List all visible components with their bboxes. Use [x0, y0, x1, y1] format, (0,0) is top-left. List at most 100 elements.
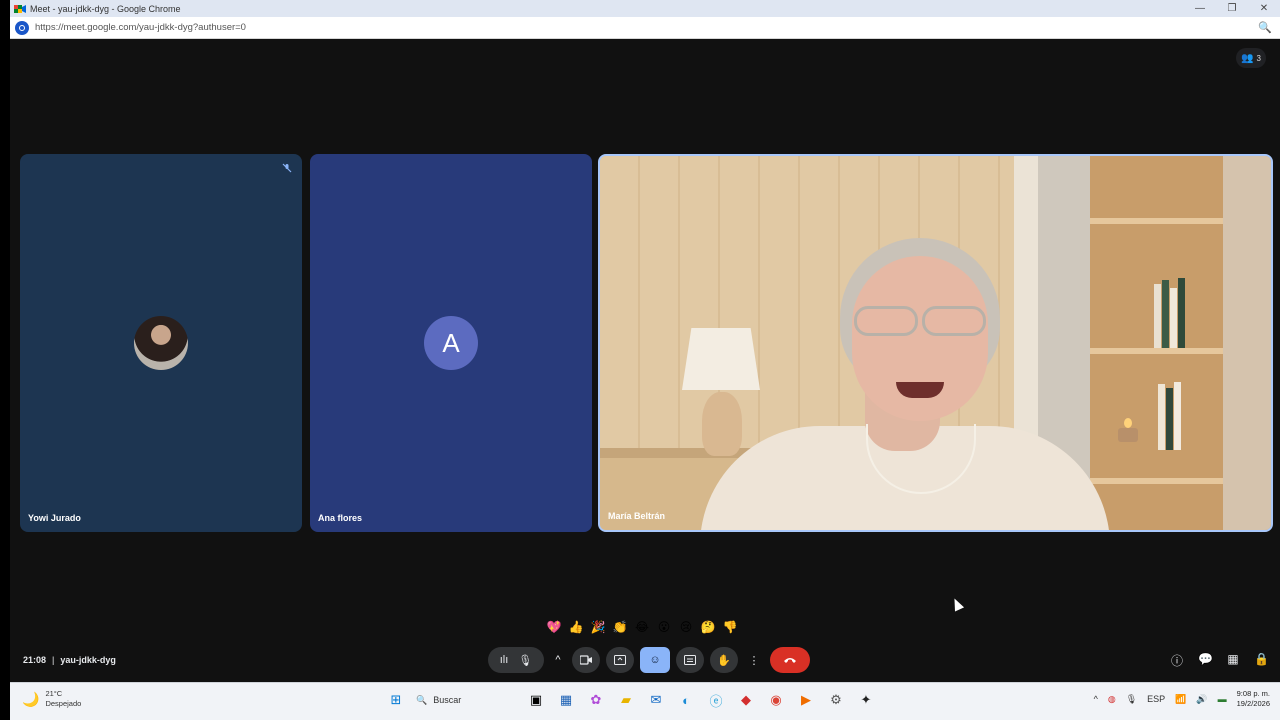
- search-icon: 🔍: [416, 694, 428, 705]
- battery-icon[interactable]: ▬: [1218, 694, 1227, 704]
- zoom-icon[interactable]: 🔍: [1258, 21, 1272, 34]
- weather-desc: Despejado: [45, 699, 82, 708]
- emoji-reactions-button[interactable]: ☺: [640, 647, 670, 673]
- tray-chevron-icon[interactable]: ^: [1094, 694, 1098, 704]
- reaction-thinking-button[interactable]: 🤔: [698, 620, 718, 634]
- candle: [1118, 428, 1138, 442]
- edge-icon[interactable]: ◐: [676, 690, 696, 710]
- lamp-shade: [682, 328, 760, 390]
- reaction-heart-button[interactable]: 💖: [544, 620, 564, 634]
- meeting-code: yau-jdkk-dyg: [60, 655, 116, 665]
- participant-name: Ana flores: [318, 513, 363, 523]
- participant-tile-yowi[interactable]: Yowi Jurado: [20, 154, 302, 532]
- chat-icon[interactable]: 💬: [1198, 652, 1213, 669]
- people-icon: 👥: [1241, 52, 1254, 64]
- reaction-bar: 💖 👍 🎉 👏 😂 😮 😢 🤔 👎: [544, 617, 744, 637]
- weather-temp: 21°C: [45, 689, 63, 698]
- clock-time: 9:08 p. m.: [1236, 689, 1270, 698]
- reaction-sad-button[interactable]: 😢: [676, 620, 696, 634]
- book: [1166, 388, 1173, 450]
- app-calendar-icon[interactable]: ▦: [556, 690, 576, 710]
- weather-text: 21°C Despejado: [45, 689, 81, 709]
- close-button[interactable]: ✕: [1248, 0, 1280, 17]
- weather-moon-icon: 🌙: [22, 690, 40, 707]
- meeting-time: 21:08: [23, 655, 47, 665]
- taskbar-apps: ⊞ 🔍 Buscar ▣ ▦ ✿ ▰ ✉ ◐ ⓔ ◆ ◉ ▶ ⚙ ✦: [386, 689, 876, 711]
- participant-tile-ana[interactable]: A Ana flores: [310, 154, 592, 532]
- reaction-surprise-button[interactable]: 😮: [654, 620, 674, 634]
- weather-widget[interactable]: 🌙 21°C Despejado: [22, 689, 81, 709]
- file-explorer-icon[interactable]: ▰: [616, 690, 636, 710]
- minimize-button[interactable]: —: [1184, 0, 1216, 17]
- mic-off-icon: [280, 161, 294, 175]
- taskbar-search[interactable]: 🔍 Buscar: [416, 689, 516, 711]
- clock[interactable]: 9:08 p. m. 19/2/2026: [1237, 689, 1270, 709]
- clock-date: 19/2/2026: [1236, 699, 1270, 708]
- video-sidewall: [1223, 156, 1271, 530]
- camera-options-chevron-icon[interactable]: ^: [550, 647, 566, 673]
- language-indicator[interactable]: ESP: [1147, 694, 1165, 704]
- meeting-info: 21:08 | yau-jdkk-dyg: [23, 655, 116, 665]
- book: [1170, 288, 1177, 348]
- shelf: [1090, 218, 1225, 224]
- meet-stage: 👥 3 Yowi Jurado A Ana flores María Beltr…: [10, 40, 1280, 682]
- window-controls: — ❐ ✕: [1184, 0, 1280, 17]
- address-bar[interactable]: https://meet.google.com/yau-jdkk-dyg?aut…: [10, 17, 1280, 39]
- present-screen-button[interactable]: [606, 647, 634, 673]
- hangup-icon: [784, 658, 796, 663]
- reaction-clap-button[interactable]: 👏: [610, 620, 630, 634]
- book: [1154, 284, 1161, 348]
- url-text[interactable]: https://meet.google.com/yau-jdkk-dyg?aut…: [35, 22, 246, 33]
- call-controls: ılı 🎙 ^ ☺ ✋ ⋮: [488, 647, 810, 673]
- app-photo-icon[interactable]: ▶: [796, 690, 816, 710]
- windows-start-icon[interactable]: ⊞: [386, 690, 406, 710]
- reaction-thumbsup-button[interactable]: 👍: [566, 620, 586, 634]
- screen: Meet - yau-jdkk-dyg - Google Chrome — ❐ …: [0, 0, 1280, 720]
- chrome-icon[interactable]: ◉: [766, 690, 786, 710]
- app-red-icon[interactable]: ◆: [736, 690, 756, 710]
- left-border: [0, 0, 10, 720]
- shelf: [1090, 478, 1225, 484]
- book: [1162, 280, 1169, 348]
- tray-mic-icon[interactable]: 🎙: [1126, 694, 1137, 705]
- participant-name: María Beltrán: [608, 511, 666, 521]
- camera-button[interactable]: [572, 647, 600, 673]
- side-panel-controls: ⓘ 💬 ▦ 🔒: [1170, 652, 1269, 669]
- task-view-icon[interactable]: ▣: [526, 690, 546, 710]
- host-controls-icon[interactable]: 🔒: [1254, 652, 1269, 669]
- captions-icon: [684, 655, 696, 665]
- search-placeholder: Buscar: [433, 695, 462, 705]
- meeting-details-icon[interactable]: ⓘ: [1170, 652, 1184, 669]
- copilot-icon[interactable]: ✿: [586, 690, 606, 710]
- participants-button[interactable]: 👥 3: [1236, 48, 1266, 68]
- captions-button[interactable]: [676, 647, 704, 673]
- outlook-icon[interactable]: ✉: [646, 690, 666, 710]
- reaction-laugh-button[interactable]: 😂: [632, 620, 652, 634]
- window-title-bar: Meet - yau-jdkk-dyg - Google Chrome — ❐ …: [10, 0, 1280, 17]
- leave-call-button[interactable]: [770, 647, 810, 673]
- browser-e-icon[interactable]: ⓔ: [706, 690, 726, 710]
- maximize-button[interactable]: ❐: [1216, 0, 1248, 17]
- glasses: [846, 306, 996, 338]
- raise-hand-button[interactable]: ✋: [710, 647, 738, 673]
- volume-icon[interactable]: 🔊: [1196, 694, 1207, 705]
- emoji-icon: ☺: [649, 654, 661, 666]
- audio-levels-icon: ılı: [499, 654, 509, 666]
- app-dark-icon[interactable]: ✦: [856, 690, 876, 710]
- activities-icon[interactable]: ▦: [1226, 652, 1240, 669]
- wifi-icon[interactable]: 📶: [1175, 694, 1186, 705]
- hand-icon: ✋: [717, 654, 731, 667]
- microphone-button[interactable]: ılı 🎙: [488, 647, 544, 673]
- book: [1174, 382, 1181, 450]
- shelf: [1090, 348, 1225, 354]
- participant-tile-maria[interactable]: María Beltrán: [598, 154, 1273, 532]
- tray-app-icon[interactable]: ◍: [1108, 694, 1116, 705]
- book: [1178, 278, 1185, 348]
- reaction-party-button[interactable]: 🎉: [588, 620, 608, 634]
- more-options-button[interactable]: ⋮: [744, 647, 764, 673]
- site-info-icon[interactable]: [15, 20, 29, 35]
- reaction-thumbsdown-button[interactable]: 👎: [720, 620, 740, 634]
- settings-icon[interactable]: ⚙: [826, 690, 846, 710]
- system-tray: ^ ◍ 🎙 ESP 📶 🔊 ▬ 9:08 p. m. 19/2/2026: [1094, 689, 1270, 709]
- present-icon: [614, 655, 626, 665]
